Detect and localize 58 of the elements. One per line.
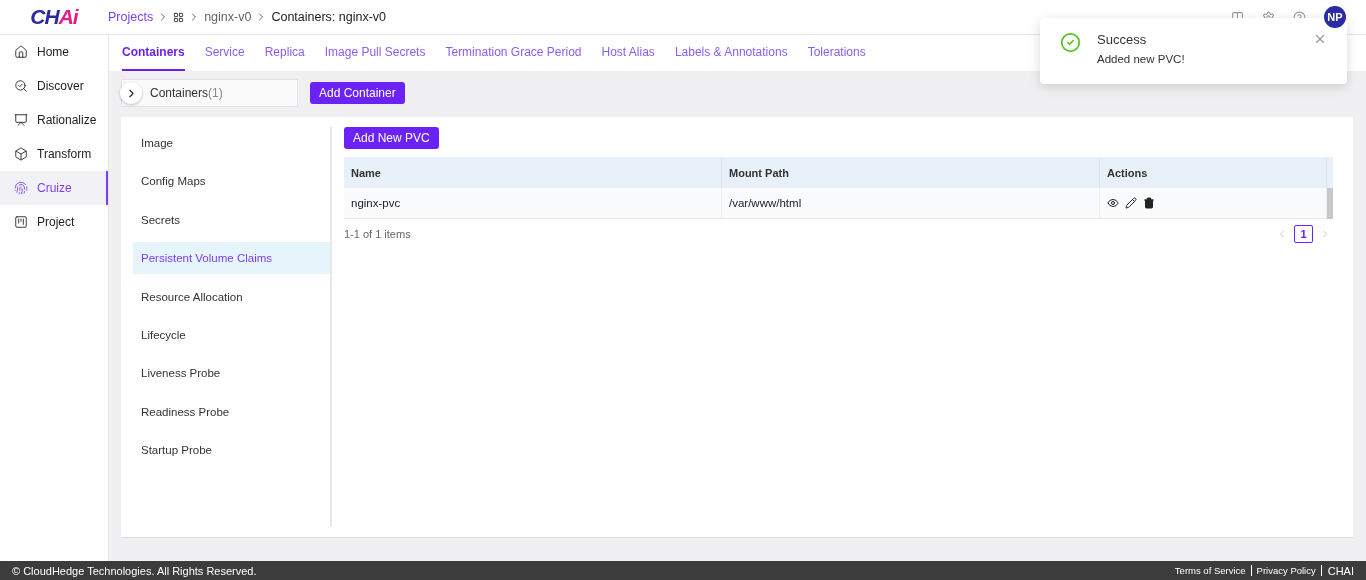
- section-menu-item[interactable]: Image: [133, 127, 330, 159]
- section-menu-item[interactable]: Persistent Volume Claims: [133, 242, 330, 275]
- column-header: Mount Path: [722, 157, 1100, 188]
- presentation-icon: [14, 113, 28, 127]
- add-container-button[interactable]: Add Container: [310, 82, 405, 104]
- tab[interactable]: Replica: [264, 35, 305, 71]
- fingerprint-icon: [14, 181, 28, 195]
- edit-icon[interactable]: [1125, 197, 1137, 209]
- breadcrumb-link[interactable]: nginx-v0: [204, 10, 252, 24]
- sidebar-item[interactable]: Home: [0, 35, 108, 69]
- delete-icon[interactable]: [1143, 197, 1155, 209]
- tab[interactable]: Containers: [122, 35, 185, 71]
- scrollbar[interactable]: [1327, 157, 1333, 219]
- tab[interactable]: Termination Grace Period: [445, 35, 582, 71]
- board-icon: [14, 215, 28, 229]
- column-header: Actions: [1100, 157, 1327, 188]
- footer-brand: CHAI: [1326, 564, 1354, 577]
- section-menu-item[interactable]: Startup Probe: [133, 434, 330, 467]
- toast-message: Added new PVC!: [1097, 53, 1185, 65]
- logo[interactable]: CHAi: [0, 5, 108, 29]
- column-header: Name: [344, 157, 722, 188]
- tab[interactable]: Tolerations: [807, 35, 866, 71]
- section-menu-item[interactable]: Secrets: [133, 203, 330, 236]
- check-circle-icon: [1060, 32, 1081, 53]
- copyright-text: © CloudHedge Technologies. All Rights Reserved.: [12, 564, 257, 577]
- sidebar-item[interactable]: Transform: [0, 137, 108, 171]
- footer-link[interactable]: Privacy Policy: [1251, 565, 1322, 576]
- user-avatar[interactable]: NP: [1324, 6, 1346, 28]
- table-cell: nginx-pvc: [344, 188, 722, 219]
- tab[interactable]: Labels & Annotations: [674, 35, 788, 71]
- house-icon: [14, 45, 28, 59]
- sidebar-item[interactable]: Discover: [0, 69, 108, 103]
- sidebar-item[interactable]: Cruize: [0, 171, 108, 205]
- footer-link[interactable]: Terms of Service: [1169, 565, 1252, 576]
- expand-button[interactable]: [120, 82, 142, 104]
- close-button[interactable]: [1313, 32, 1327, 46]
- toast-title: Success: [1097, 32, 1148, 47]
- add-pvc-button[interactable]: Add New PVC: [344, 127, 439, 149]
- cube-icon: [14, 147, 28, 161]
- table-cell: /var/www/html: [722, 188, 1100, 219]
- pagination-summary: 1-1 of 1 items: [344, 228, 411, 240]
- grid-icon[interactable]: [173, 11, 185, 23]
- section-menu-item[interactable]: Readiness Probe: [133, 395, 330, 428]
- section-menu-item[interactable]: Liveness Probe: [133, 357, 330, 390]
- containers-selector[interactable]: Containers(1): [121, 79, 298, 107]
- magnifier-icon: [14, 79, 28, 93]
- tab[interactable]: Service: [204, 35, 245, 71]
- section-menu-item[interactable]: Resource Allocation: [133, 280, 330, 313]
- breadcrumb-link[interactable]: Projects: [108, 10, 154, 24]
- tab[interactable]: Host Alias: [601, 35, 655, 71]
- section-menu-item[interactable]: Lifecycle: [133, 318, 330, 351]
- page-button[interactable]: 1: [1294, 225, 1313, 243]
- view-icon[interactable]: [1107, 197, 1119, 209]
- tab[interactable]: Image Pull Secrets: [324, 35, 426, 71]
- section-menu-item[interactable]: Config Maps: [133, 165, 330, 198]
- sidebar-item[interactable]: Rationalize: [0, 103, 108, 137]
- breadcrumb-current: Containers: nginx-v0: [271, 10, 387, 24]
- sidebar-item[interactable]: Project: [0, 205, 108, 239]
